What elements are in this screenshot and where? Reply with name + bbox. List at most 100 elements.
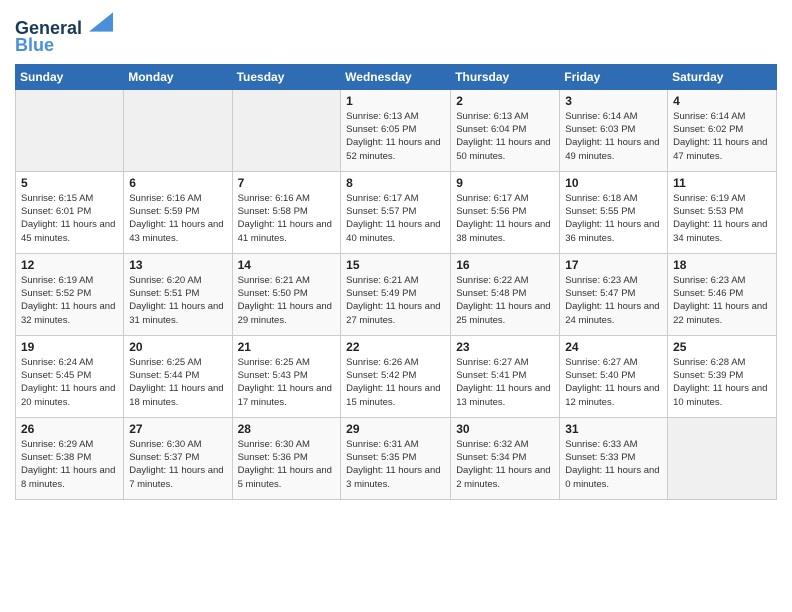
day-number: 31 [565, 422, 662, 436]
page-container: General Blue SundayMondayTuesdayWednesda… [0, 0, 792, 510]
day-number: 25 [673, 340, 771, 354]
calendar-cell: 3 Sunrise: 6:14 AMSunset: 6:03 PMDaylight… [560, 89, 668, 171]
day-number: 22 [346, 340, 445, 354]
day-number: 17 [565, 258, 662, 272]
logo-icon [89, 10, 113, 34]
day-number: 7 [238, 176, 336, 190]
day-info: Sunrise: 6:17 AMSunset: 5:56 PMDaylight:… [456, 192, 554, 245]
calendar-cell: 26Sunrise: 6:29 AMSunset: 5:38 PMDayligh… [16, 417, 124, 499]
calendar-cell [232, 89, 341, 171]
day-info: Sunrise: 6:30 AMSunset: 5:36 PMDaylight:… [238, 438, 336, 491]
calendar-cell: 12 Sunrise: 6:19 AMSunset: 5:52 PMDayligh… [16, 253, 124, 335]
day-number: 11 [673, 176, 771, 190]
day-info: Sunrise: 6:14 AMSunset: 6:03 PMDaylight:… [565, 110, 662, 163]
calendar-body: 1 Sunrise: 6:13 AMSunset: 6:05 PMDaylight… [16, 89, 777, 499]
calendar-cell [16, 89, 124, 171]
calendar-cell [124, 89, 232, 171]
calendar-cell: 9 Sunrise: 6:17 AMSunset: 5:56 PMDaylight… [451, 171, 560, 253]
weekday-header: Friday [560, 64, 668, 89]
calendar: SundayMondayTuesdayWednesdayThursdayFrid… [15, 64, 777, 500]
day-number: 15 [346, 258, 445, 272]
calendar-cell: 31 Sunrise: 6:33 AMSunset: 5:33 PMDayligh… [560, 417, 668, 499]
day-info: Sunrise: 6:17 AMSunset: 5:57 PMDaylight:… [346, 192, 445, 245]
weekday-header: Saturday [668, 64, 777, 89]
calendar-cell: 16Sunrise: 6:22 AMSunset: 5:48 PMDayligh… [451, 253, 560, 335]
day-info: Sunrise: 6:13 AMSunset: 6:05 PMDaylight:… [346, 110, 445, 163]
day-info: Sunrise: 6:28 AMSunset: 5:39 PMDaylight:… [673, 356, 771, 409]
day-info: Sunrise: 6:16 AMSunset: 5:58 PMDaylight:… [238, 192, 336, 245]
calendar-cell: 22Sunrise: 6:26 AMSunset: 5:42 PMDayligh… [341, 335, 451, 417]
day-number: 9 [456, 176, 554, 190]
day-info: Sunrise: 6:21 AMSunset: 5:49 PMDaylight:… [346, 274, 445, 327]
calendar-cell: 1 Sunrise: 6:13 AMSunset: 6:05 PMDaylight… [341, 89, 451, 171]
calendar-cell: 28 Sunrise: 6:30 AMSunset: 5:36 PMDayligh… [232, 417, 341, 499]
calendar-cell: 18 Sunrise: 6:23 AMSunset: 5:46 PMDayligh… [668, 253, 777, 335]
calendar-cell: 27 Sunrise: 6:30 AMSunset: 5:37 PMDayligh… [124, 417, 232, 499]
day-info: Sunrise: 6:20 AMSunset: 5:51 PMDaylight:… [129, 274, 226, 327]
day-number: 24 [565, 340, 662, 354]
day-number: 12 [21, 258, 118, 272]
weekday-header: Monday [124, 64, 232, 89]
day-number: 14 [238, 258, 336, 272]
day-info: Sunrise: 6:19 AMSunset: 5:53 PMDaylight:… [673, 192, 771, 245]
day-info: Sunrise: 6:19 AMSunset: 5:52 PMDaylight:… [21, 274, 118, 327]
day-info: Sunrise: 6:32 AMSunset: 5:34 PMDaylight:… [456, 438, 554, 491]
day-info: Sunrise: 6:30 AMSunset: 5:37 PMDaylight:… [129, 438, 226, 491]
day-info: Sunrise: 6:25 AMSunset: 5:43 PMDaylight:… [238, 356, 336, 409]
day-number: 27 [129, 422, 226, 436]
calendar-cell: 13 Sunrise: 6:20 AMSunset: 5:51 PMDayligh… [124, 253, 232, 335]
calendar-cell: 5Sunrise: 6:15 AMSunset: 6:01 PMDaylight… [16, 171, 124, 253]
weekday-header: Sunday [16, 64, 124, 89]
day-number: 5 [21, 176, 118, 190]
calendar-cell: 6 Sunrise: 6:16 AMSunset: 5:59 PMDaylight… [124, 171, 232, 253]
day-info: Sunrise: 6:22 AMSunset: 5:48 PMDaylight:… [456, 274, 554, 327]
day-number: 18 [673, 258, 771, 272]
day-info: Sunrise: 6:21 AMSunset: 5:50 PMDaylight:… [238, 274, 336, 327]
day-number: 28 [238, 422, 336, 436]
day-info: Sunrise: 6:23 AMSunset: 5:46 PMDaylight:… [673, 274, 771, 327]
header: General Blue [15, 10, 777, 56]
day-number: 6 [129, 176, 226, 190]
day-number: 29 [346, 422, 445, 436]
day-number: 3 [565, 94, 662, 108]
calendar-cell: 2 Sunrise: 6:13 AMSunset: 6:04 PMDaylight… [451, 89, 560, 171]
day-number: 10 [565, 176, 662, 190]
calendar-cell: 21 Sunrise: 6:25 AMSunset: 5:43 PMDayligh… [232, 335, 341, 417]
day-info: Sunrise: 6:18 AMSunset: 5:55 PMDaylight:… [565, 192, 662, 245]
day-number: 21 [238, 340, 336, 354]
calendar-cell: 15 Sunrise: 6:21 AMSunset: 5:49 PMDayligh… [341, 253, 451, 335]
calendar-cell [668, 417, 777, 499]
calendar-cell: 8Sunrise: 6:17 AMSunset: 5:57 PMDaylight… [341, 171, 451, 253]
calendar-cell: 11 Sunrise: 6:19 AMSunset: 5:53 PMDayligh… [668, 171, 777, 253]
calendar-cell: 19Sunrise: 6:24 AMSunset: 5:45 PMDayligh… [16, 335, 124, 417]
calendar-cell: 17 Sunrise: 6:23 AMSunset: 5:47 PMDayligh… [560, 253, 668, 335]
weekday-header: Thursday [451, 64, 560, 89]
day-number: 2 [456, 94, 554, 108]
day-info: Sunrise: 6:13 AMSunset: 6:04 PMDaylight:… [456, 110, 554, 163]
day-info: Sunrise: 6:14 AMSunset: 6:02 PMDaylight:… [673, 110, 771, 163]
day-info: Sunrise: 6:24 AMSunset: 5:45 PMDaylight:… [21, 356, 118, 409]
calendar-cell: 14 Sunrise: 6:21 AMSunset: 5:50 PMDayligh… [232, 253, 341, 335]
calendar-cell: 10 Sunrise: 6:18 AMSunset: 5:55 PMDayligh… [560, 171, 668, 253]
logo: General Blue [15, 10, 113, 56]
calendar-cell: 7 Sunrise: 6:16 AMSunset: 5:58 PMDaylight… [232, 171, 341, 253]
day-info: Sunrise: 6:27 AMSunset: 5:41 PMDaylight:… [456, 356, 554, 409]
day-info: Sunrise: 6:25 AMSunset: 5:44 PMDaylight:… [129, 356, 226, 409]
day-info: Sunrise: 6:31 AMSunset: 5:35 PMDaylight:… [346, 438, 445, 491]
day-info: Sunrise: 6:23 AMSunset: 5:47 PMDaylight:… [565, 274, 662, 327]
day-number: 20 [129, 340, 226, 354]
day-info: Sunrise: 6:16 AMSunset: 5:59 PMDaylight:… [129, 192, 226, 245]
day-number: 23 [456, 340, 554, 354]
day-info: Sunrise: 6:33 AMSunset: 5:33 PMDaylight:… [565, 438, 662, 491]
day-info: Sunrise: 6:27 AMSunset: 5:40 PMDaylight:… [565, 356, 662, 409]
day-number: 13 [129, 258, 226, 272]
day-number: 26 [21, 422, 118, 436]
calendar-cell: 24 Sunrise: 6:27 AMSunset: 5:40 PMDayligh… [560, 335, 668, 417]
weekday-header: Tuesday [232, 64, 341, 89]
day-number: 1 [346, 94, 445, 108]
calendar-cell: 23 Sunrise: 6:27 AMSunset: 5:41 PMDayligh… [451, 335, 560, 417]
day-number: 30 [456, 422, 554, 436]
weekday-header: Wednesday [341, 64, 451, 89]
calendar-header: SundayMondayTuesdayWednesdayThursdayFrid… [16, 64, 777, 89]
calendar-cell: 25 Sunrise: 6:28 AMSunset: 5:39 PMDayligh… [668, 335, 777, 417]
